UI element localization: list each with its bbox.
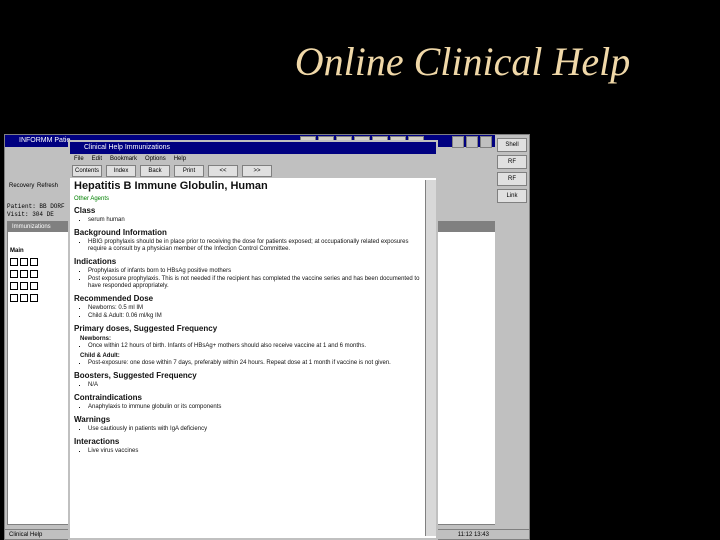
section-list: Anaphylaxis to immune globulin or its co… bbox=[88, 404, 424, 411]
side-button[interactable]: Link bbox=[497, 189, 527, 203]
list-item: Post-exposure: one dose within 7 days, p… bbox=[88, 360, 424, 367]
list-item: serum human bbox=[88, 217, 424, 224]
immunization-grid: Main bbox=[10, 240, 70, 306]
help-button-bar: Contents Index Back Print << >> bbox=[70, 164, 436, 178]
section-heading: Warnings bbox=[74, 415, 111, 424]
section-list: Once within 12 hours of birth. Infants o… bbox=[88, 343, 424, 350]
section-list: serum human bbox=[88, 217, 424, 224]
index-button[interactable]: Index bbox=[106, 165, 136, 177]
menu-edit[interactable]: Edit bbox=[92, 154, 102, 164]
menu-options[interactable]: Options bbox=[145, 154, 166, 164]
section-heading: Class bbox=[74, 206, 96, 215]
section-list: Prophylaxis of infants born to HBsAg pos… bbox=[88, 268, 424, 290]
back-button[interactable]: Back bbox=[140, 165, 170, 177]
close-icon[interactable] bbox=[480, 136, 492, 148]
list-item: Use cautiously in patients with IgA defi… bbox=[88, 426, 424, 433]
prev-button[interactable]: << bbox=[208, 165, 238, 177]
minimize-icon[interactable] bbox=[452, 136, 464, 148]
side-button[interactable]: RF bbox=[497, 155, 527, 169]
help-menubar: File Edit Bookmark Options Help bbox=[70, 154, 436, 164]
menu-help[interactable]: Help bbox=[174, 154, 186, 164]
list-item: Post exposure prophylaxis. This is not n… bbox=[88, 276, 424, 290]
print-button[interactable]: Print bbox=[174, 165, 204, 177]
clinical-help-window: Clinical Help Immunizations File Edit Bo… bbox=[68, 140, 438, 540]
side-button[interactable]: Shell bbox=[497, 138, 527, 152]
list-item: Prophylaxis of infants born to HBsAg pos… bbox=[88, 268, 424, 275]
help-content: Hepatitis B Immune Globulin, Human Other… bbox=[74, 180, 424, 536]
section-heading: Contraindications bbox=[74, 393, 143, 402]
list-item: HBIG prophylaxis should be in place prio… bbox=[88, 239, 424, 253]
maximize-icon[interactable] bbox=[466, 136, 478, 148]
list-item: Live virus vaccines bbox=[88, 448, 424, 455]
section-heading: Boosters, Suggested Frequency bbox=[74, 371, 197, 380]
other-agents-link[interactable]: Other Agents bbox=[74, 196, 424, 202]
section-list: Use cautiously in patients with IgA defi… bbox=[88, 426, 424, 433]
list-item: Once within 12 hours of birth. Infants o… bbox=[88, 343, 424, 350]
section-heading: Indications bbox=[74, 257, 117, 266]
list-item: Newborns: 0.5 ml IM bbox=[88, 305, 424, 312]
grid-row bbox=[10, 294, 70, 302]
menu-file[interactable]: File bbox=[74, 154, 84, 164]
list-item: Child & Adult: 0.06 ml/kg IM bbox=[88, 313, 424, 320]
section-list: Newborns: 0.5 ml IMChild & Adult: 0.06 m… bbox=[88, 305, 424, 320]
grid-row bbox=[10, 270, 70, 278]
help-scrollbar[interactable] bbox=[425, 180, 436, 536]
section-list: Live virus vaccines bbox=[88, 448, 424, 455]
page-title: Hepatitis B Immune Globulin, Human bbox=[74, 180, 268, 192]
subsection-label: Newborns: bbox=[80, 336, 112, 342]
grid-row bbox=[10, 258, 70, 266]
main-label: Main bbox=[10, 248, 24, 254]
section-list: Post-exposure: one dose within 7 days, p… bbox=[88, 360, 424, 367]
patient-info: Patient: BB DORF Visit: 304 DE bbox=[7, 203, 65, 218]
next-button[interactable]: >> bbox=[242, 165, 272, 177]
section-heading: Background Information bbox=[74, 228, 167, 237]
section-heading: Recommended Dose bbox=[74, 294, 154, 303]
section-heading: Primary doses, Suggested Frequency bbox=[74, 324, 218, 333]
section-list: HBIG prophylaxis should be in place prio… bbox=[88, 239, 424, 253]
list-item: N/A bbox=[88, 382, 424, 389]
menu-bookmark[interactable]: Bookmark bbox=[110, 154, 137, 164]
side-button[interactable]: RF bbox=[497, 172, 527, 186]
section-heading: Interactions bbox=[74, 437, 120, 446]
list-item: Anaphylaxis to immune globulin or its co… bbox=[88, 404, 424, 411]
section-list: N/A bbox=[88, 382, 424, 389]
slide-title: Online Clinical Help bbox=[294, 39, 631, 84]
help-titlebar: Clinical Help Immunizations bbox=[70, 142, 436, 154]
window-controls bbox=[452, 136, 492, 148]
contents-button[interactable]: Contents bbox=[72, 165, 102, 177]
subsection-label: Child & Adult: bbox=[80, 353, 120, 359]
right-side-panel: Shell RF RF Link bbox=[495, 135, 529, 539]
grid-row bbox=[10, 282, 70, 290]
